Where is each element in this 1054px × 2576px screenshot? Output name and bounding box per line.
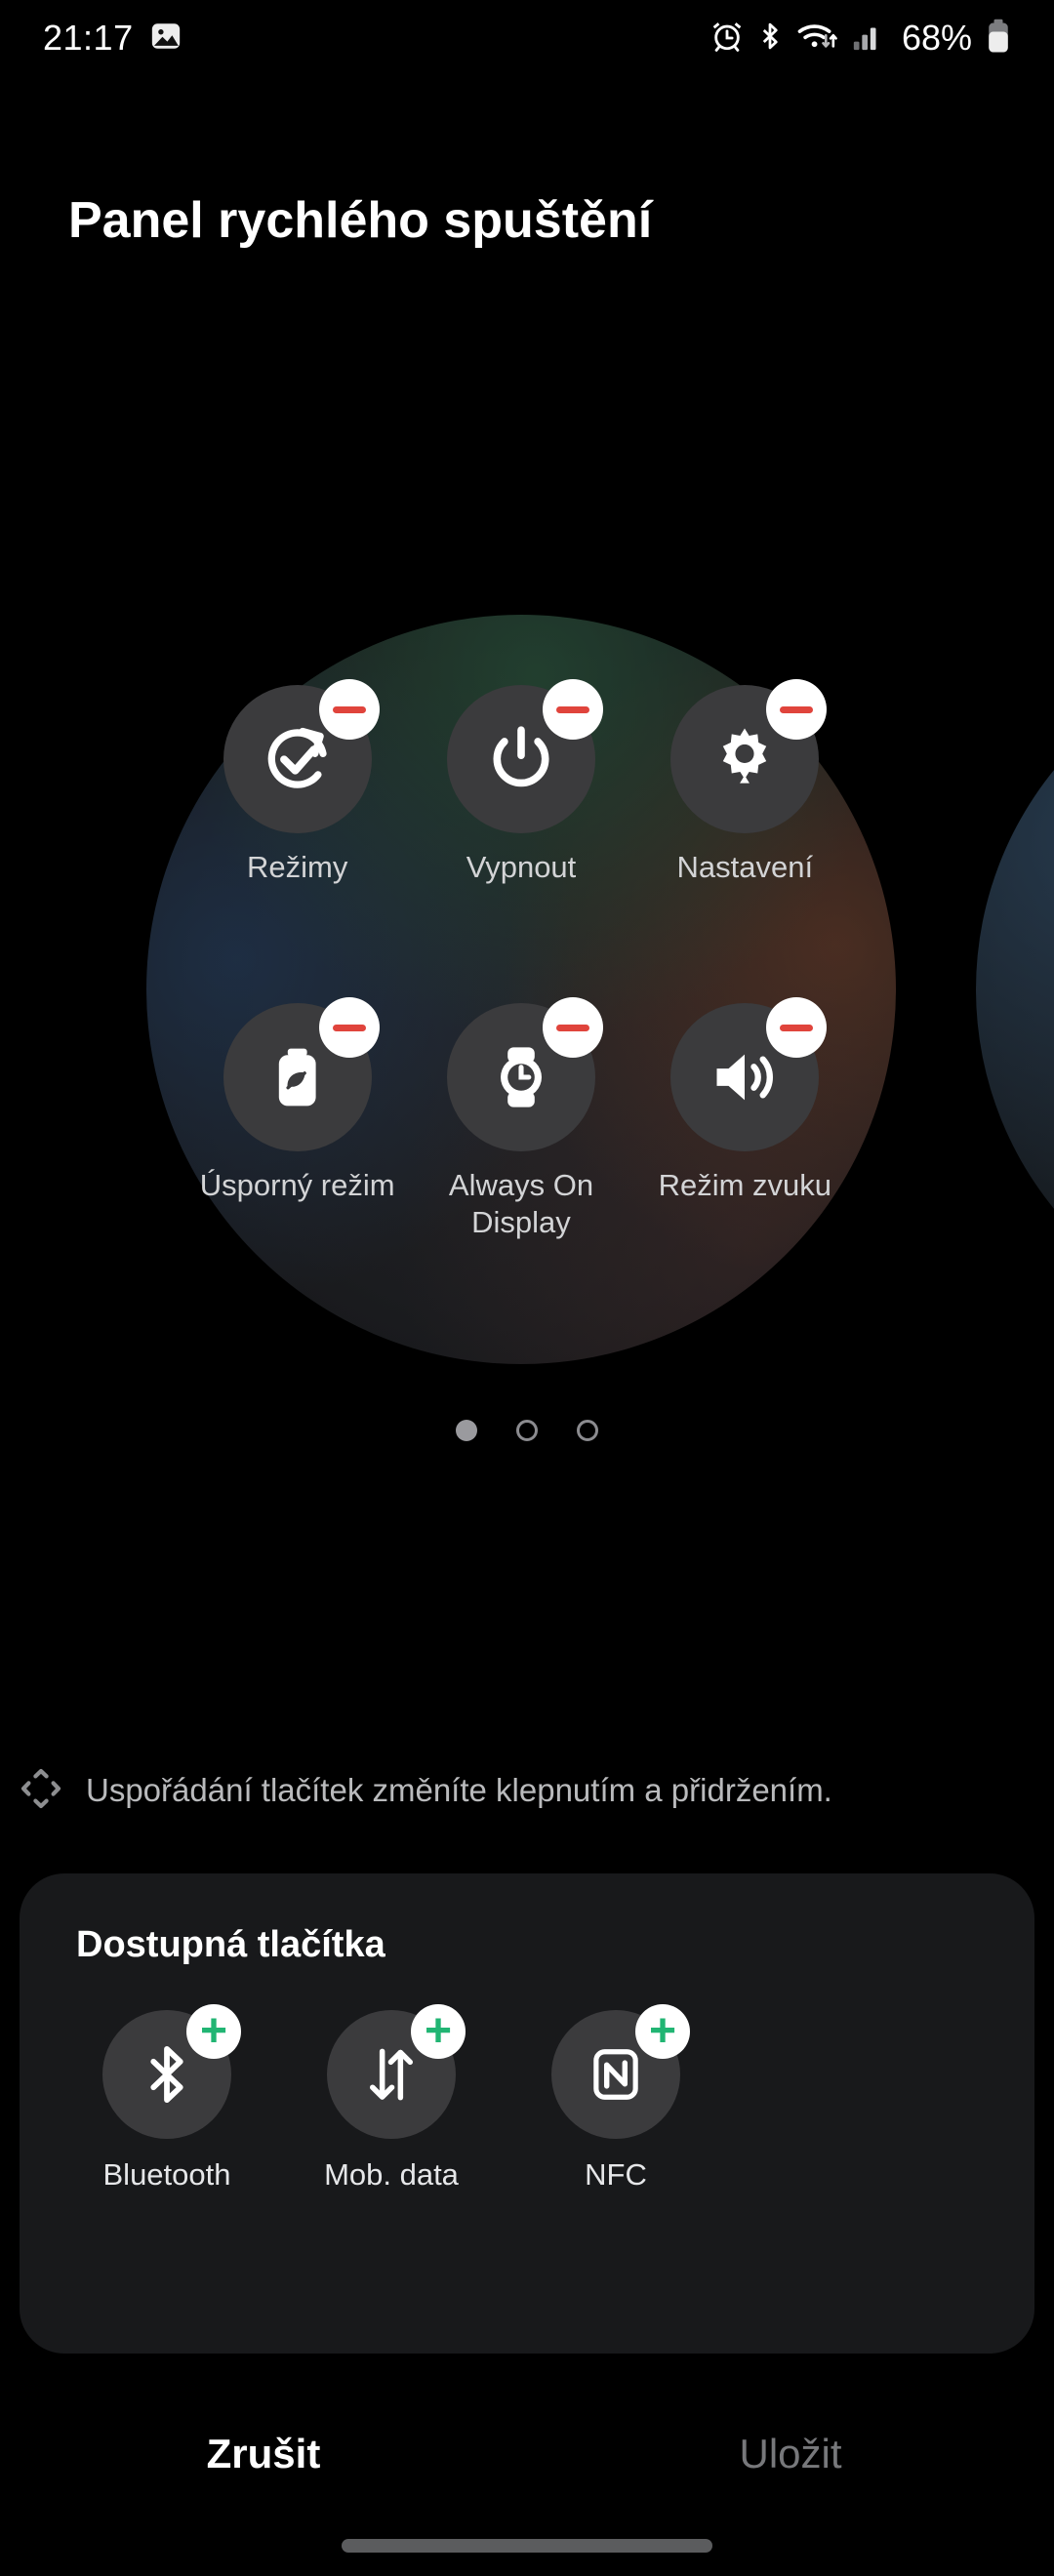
gallery-image-icon [149,20,182,58]
quick-tile-label: Vypnout [466,850,577,884]
quick-tile-power-off[interactable]: Vypnout [409,679,632,886]
available-tile-icon-wrap[interactable]: + [102,2004,241,2139]
save-button[interactable]: Uložit [527,2431,1054,2477]
page-title: Panel rychlého spuštění [68,192,653,249]
status-time: 21:17 [43,18,134,58]
quick-tile-settings[interactable]: Nastavení [633,679,857,886]
quick-tile-label: Režim zvuku [658,1168,832,1202]
page-indicator [0,1420,1054,1441]
quick-panel-carousel[interactable]: Režimy Vypnout Nastavení Úsporný režim A… [0,615,1054,1376]
available-tile-icon-wrap[interactable]: + [551,2004,690,2139]
remove-badge[interactable] [766,679,828,740]
available-tile-mobile-data[interactable]: + Mob. data [279,2004,504,2194]
minus-icon [555,705,589,713]
quick-tile-always-on-display[interactable]: Always On Display [409,997,632,1241]
footer-actions: Zrušit Uložit [0,2381,1054,2527]
status-bar: 21:17 68% [0,0,1054,76]
available-tile-icon-wrap[interactable]: + [327,2004,466,2139]
available-tile-label: NFC [585,2157,647,2192]
remove-badge[interactable] [542,679,603,740]
quick-tile-icon-wrap[interactable] [223,679,380,833]
available-buttons-grid: + Bluetooth + Mob. data + NFC [55,2004,728,2194]
available-buttons-title: Dostupná tlačítka [76,1924,385,1965]
plus-icon: + [424,2005,453,2057]
remove-badge[interactable] [318,679,380,740]
status-bar-right: 68% [710,18,1011,59]
minus-icon [780,705,814,713]
quick-panel-tile-grid: Režimy Vypnout Nastavení Úsporný režim A… [146,615,896,1364]
quick-tile-modes[interactable]: Režimy [185,679,409,886]
quick-tile-icon-wrap[interactable] [223,997,380,1151]
minus-icon [332,1024,366,1031]
signal-icon [851,20,884,58]
plus-icon: + [648,2005,677,2057]
battery-percent: 68% [901,18,972,58]
add-badge[interactable]: + [635,2004,690,2059]
available-tile-bluetooth[interactable]: + Bluetooth [55,2004,279,2194]
quick-tile-icon-wrap[interactable] [670,679,828,833]
quick-panel-page-next[interactable] [976,642,1054,1337]
battery-icon [986,19,1011,59]
add-badge[interactable]: + [411,2004,466,2059]
minus-icon [332,705,366,713]
bluetooth-icon [755,20,785,58]
home-indicator[interactable] [342,2539,712,2553]
move-arrows-icon [14,1761,68,1821]
remove-badge[interactable] [542,997,603,1058]
remove-badge[interactable] [766,997,828,1058]
reorder-hint: Uspořádání tlačítek změníte klepnutím a … [0,1749,1054,1832]
status-bar-left: 21:17 [43,18,182,59]
cancel-button[interactable]: Zrušit [0,2431,527,2477]
page-dot-1[interactable] [456,1420,477,1441]
reorder-hint-text: Uspořádání tlačítek změníte klepnutím a … [86,1772,832,1808]
available-tile-label: Bluetooth [102,2157,231,2192]
available-tile-nfc[interactable]: + NFC [504,2004,728,2194]
page-dot-2[interactable] [516,1420,538,1441]
quick-tile-power-saving[interactable]: Úsporný režim [185,997,409,1204]
plus-icon: + [199,2005,228,2057]
quick-tile-icon-wrap[interactable] [670,997,828,1151]
quick-tile-icon-wrap[interactable] [446,679,603,833]
quick-tile-label: Nastavení [676,850,814,884]
minus-icon [780,1024,814,1031]
wifi-icon [796,20,839,58]
alarm-icon [710,20,744,58]
available-tile-label: Mob. data [324,2157,459,2192]
quick-tile-label: Úsporný režim [199,1168,395,1202]
available-buttons-card: Dostupná tlačítka + Bluetooth + Mob. dat… [20,1873,1034,2354]
quick-tile-sound-mode[interactable]: Režim zvuku [633,997,857,1204]
quick-tile-label: Režimy [246,850,348,884]
page-dot-3[interactable] [577,1420,598,1441]
add-badge[interactable]: + [186,2004,241,2059]
quick-tile-icon-wrap[interactable] [446,997,603,1151]
remove-badge[interactable] [318,997,380,1058]
quick-tile-label: Always On Display [448,1168,594,1239]
minus-icon [555,1024,589,1031]
